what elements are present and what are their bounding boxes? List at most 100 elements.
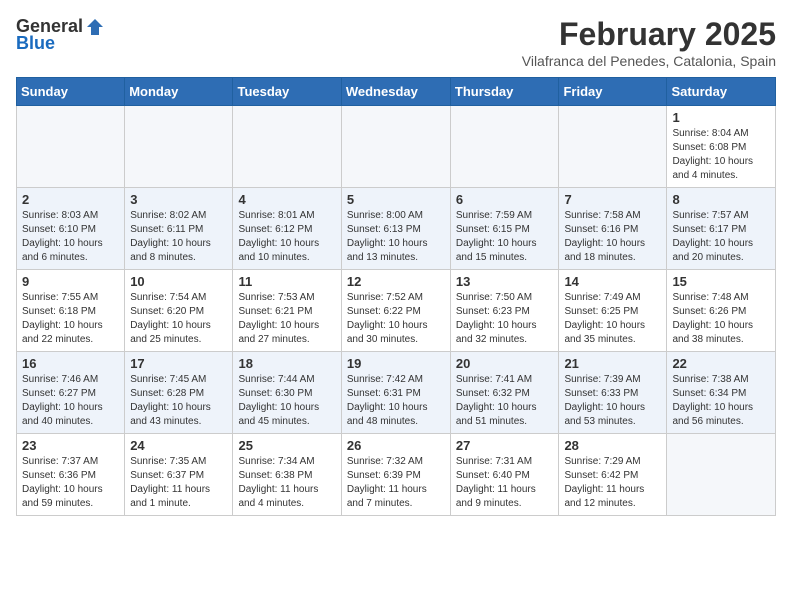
calendar-cell	[341, 106, 450, 188]
calendar: SundayMondayTuesdayWednesdayThursdayFrid…	[16, 77, 776, 516]
day-number: 24	[130, 438, 227, 453]
day-number: 4	[238, 192, 335, 207]
day-info: Sunrise: 7:48 AM Sunset: 6:26 PM Dayligh…	[672, 291, 770, 347]
day-info: Sunrise: 7:57 AM Sunset: 6:17 PM Dayligh…	[672, 209, 770, 265]
day-number: 7	[564, 192, 661, 207]
calendar-cell: 11 Sunrise: 7:53 AM Sunset: 6:21 PM Dayli…	[233, 270, 341, 352]
day-number: 12	[347, 274, 445, 289]
calendar-cell: 19 Sunrise: 7:42 AM Sunset: 6:31 PM Dayli…	[341, 352, 450, 434]
day-info: Sunrise: 7:29 AM Sunset: 6:42 PM Dayligh…	[564, 455, 661, 511]
day-info: Sunrise: 7:41 AM Sunset: 6:32 PM Dayligh…	[456, 373, 554, 429]
day-info: Sunrise: 7:32 AM Sunset: 6:39 PM Dayligh…	[347, 455, 445, 511]
day-info: Sunrise: 7:38 AM Sunset: 6:34 PM Dayligh…	[672, 373, 770, 429]
day-info: Sunrise: 7:44 AM Sunset: 6:30 PM Dayligh…	[238, 373, 335, 429]
weekday-header-sunday: Sunday	[17, 78, 125, 106]
weekday-header-tuesday: Tuesday	[233, 78, 341, 106]
calendar-cell: 10 Sunrise: 7:54 AM Sunset: 6:20 PM Dayli…	[125, 270, 233, 352]
day-info: Sunrise: 7:31 AM Sunset: 6:40 PM Dayligh…	[456, 455, 554, 511]
day-number: 26	[347, 438, 445, 453]
day-number: 14	[564, 274, 661, 289]
day-number: 28	[564, 438, 661, 453]
calendar-cell: 23Sunrise: 7:37 AM Sunset: 6:36 PM Dayli…	[17, 434, 125, 516]
day-info: Sunrise: 7:52 AM Sunset: 6:22 PM Dayligh…	[347, 291, 445, 347]
calendar-week-row: 23Sunrise: 7:37 AM Sunset: 6:36 PM Dayli…	[17, 434, 776, 516]
day-number: 20	[456, 356, 554, 371]
day-number: 3	[130, 192, 227, 207]
day-info: Sunrise: 8:04 AM Sunset: 6:08 PM Dayligh…	[672, 127, 770, 183]
weekday-header-monday: Monday	[125, 78, 233, 106]
day-number: 27	[456, 438, 554, 453]
day-info: Sunrise: 7:49 AM Sunset: 6:25 PM Dayligh…	[564, 291, 661, 347]
calendar-week-row: 9 Sunrise: 7:55 AM Sunset: 6:18 PM Daylig…	[17, 270, 776, 352]
title-block: February 2025 Vilafranca del Penedes, Ca…	[522, 16, 776, 69]
calendar-week-row: 2 Sunrise: 8:03 AM Sunset: 6:10 PM Daylig…	[17, 188, 776, 270]
calendar-week-row: 1 Sunrise: 8:04 AM Sunset: 6:08 PM Daylig…	[17, 106, 776, 188]
day-info: Sunrise: 7:42 AM Sunset: 6:31 PM Dayligh…	[347, 373, 445, 429]
day-number: 22	[672, 356, 770, 371]
calendar-cell: 27 Sunrise: 7:31 AM Sunset: 6:40 PM Dayli…	[450, 434, 559, 516]
calendar-cell: 18 Sunrise: 7:44 AM Sunset: 6:30 PM Dayli…	[233, 352, 341, 434]
calendar-cell: 3 Sunrise: 8:02 AM Sunset: 6:11 PM Daylig…	[125, 188, 233, 270]
logo-blue: Blue	[16, 33, 55, 54]
weekday-header-wednesday: Wednesday	[341, 78, 450, 106]
calendar-cell: 7 Sunrise: 7:58 AM Sunset: 6:16 PM Daylig…	[559, 188, 667, 270]
day-info: Sunrise: 7:46 AM Sunset: 6:27 PM Dayligh…	[22, 373, 119, 429]
day-info: Sunrise: 7:45 AM Sunset: 6:28 PM Dayligh…	[130, 373, 227, 429]
calendar-cell: 2 Sunrise: 8:03 AM Sunset: 6:10 PM Daylig…	[17, 188, 125, 270]
day-info: Sunrise: 7:34 AM Sunset: 6:38 PM Dayligh…	[238, 455, 335, 511]
day-info: Sunrise: 7:54 AM Sunset: 6:20 PM Dayligh…	[130, 291, 227, 347]
day-number: 15	[672, 274, 770, 289]
calendar-cell: 12 Sunrise: 7:52 AM Sunset: 6:22 PM Dayli…	[341, 270, 450, 352]
day-info: Sunrise: 7:58 AM Sunset: 6:16 PM Dayligh…	[564, 209, 661, 265]
weekday-header-saturday: Saturday	[667, 78, 776, 106]
calendar-cell: 17 Sunrise: 7:45 AM Sunset: 6:28 PM Dayli…	[125, 352, 233, 434]
day-number: 10	[130, 274, 227, 289]
day-number: 16	[22, 356, 119, 371]
calendar-cell	[233, 106, 341, 188]
day-info: Sunrise: 8:03 AM Sunset: 6:10 PM Dayligh…	[22, 209, 119, 265]
day-number: 9	[22, 274, 119, 289]
location-subtitle: Vilafranca del Penedes, Catalonia, Spain	[522, 53, 776, 69]
day-number: 17	[130, 356, 227, 371]
calendar-cell: 4Sunrise: 8:01 AM Sunset: 6:12 PM Daylig…	[233, 188, 341, 270]
calendar-cell: 9 Sunrise: 7:55 AM Sunset: 6:18 PM Daylig…	[17, 270, 125, 352]
calendar-cell: 15 Sunrise: 7:48 AM Sunset: 6:26 PM Dayli…	[667, 270, 776, 352]
day-number: 8	[672, 192, 770, 207]
day-number: 25	[238, 438, 335, 453]
day-info: Sunrise: 7:35 AM Sunset: 6:37 PM Dayligh…	[130, 455, 227, 511]
day-number: 5	[347, 192, 445, 207]
calendar-cell: 22 Sunrise: 7:38 AM Sunset: 6:34 PM Dayli…	[667, 352, 776, 434]
calendar-week-row: 16 Sunrise: 7:46 AM Sunset: 6:27 PM Dayli…	[17, 352, 776, 434]
weekday-header-thursday: Thursday	[450, 78, 559, 106]
day-number: 21	[564, 356, 661, 371]
day-info: Sunrise: 8:02 AM Sunset: 6:11 PM Dayligh…	[130, 209, 227, 265]
month-year-title: February 2025	[522, 16, 776, 53]
day-number: 18	[238, 356, 335, 371]
day-info: Sunrise: 7:37 AM Sunset: 6:36 PM Dayligh…	[22, 455, 119, 511]
day-number: 1	[672, 110, 770, 125]
calendar-cell: 26 Sunrise: 7:32 AM Sunset: 6:39 PM Dayli…	[341, 434, 450, 516]
calendar-cell	[559, 106, 667, 188]
day-number: 11	[238, 274, 335, 289]
day-info: Sunrise: 7:50 AM Sunset: 6:23 PM Dayligh…	[456, 291, 554, 347]
weekday-header-friday: Friday	[559, 78, 667, 106]
calendar-cell: 8 Sunrise: 7:57 AM Sunset: 6:17 PM Daylig…	[667, 188, 776, 270]
day-info: Sunrise: 7:55 AM Sunset: 6:18 PM Dayligh…	[22, 291, 119, 347]
day-number: 13	[456, 274, 554, 289]
calendar-cell	[125, 106, 233, 188]
header: General Blue February 2025 Vilafranca de…	[16, 16, 776, 69]
day-info: Sunrise: 7:59 AM Sunset: 6:15 PM Dayligh…	[456, 209, 554, 265]
day-number: 2	[22, 192, 119, 207]
day-number: 6	[456, 192, 554, 207]
day-number: 19	[347, 356, 445, 371]
calendar-cell: 1 Sunrise: 8:04 AM Sunset: 6:08 PM Daylig…	[667, 106, 776, 188]
calendar-cell: 13 Sunrise: 7:50 AM Sunset: 6:23 PM Dayli…	[450, 270, 559, 352]
calendar-cell: 28 Sunrise: 7:29 AM Sunset: 6:42 PM Dayli…	[559, 434, 667, 516]
logo: General Blue	[16, 16, 105, 54]
weekday-header-row: SundayMondayTuesdayWednesdayThursdayFrid…	[17, 78, 776, 106]
calendar-cell	[450, 106, 559, 188]
day-info: Sunrise: 7:53 AM Sunset: 6:21 PM Dayligh…	[238, 291, 335, 347]
calendar-cell: 5Sunrise: 8:00 AM Sunset: 6:13 PM Daylig…	[341, 188, 450, 270]
calendar-cell	[667, 434, 776, 516]
day-info: Sunrise: 7:39 AM Sunset: 6:33 PM Dayligh…	[564, 373, 661, 429]
